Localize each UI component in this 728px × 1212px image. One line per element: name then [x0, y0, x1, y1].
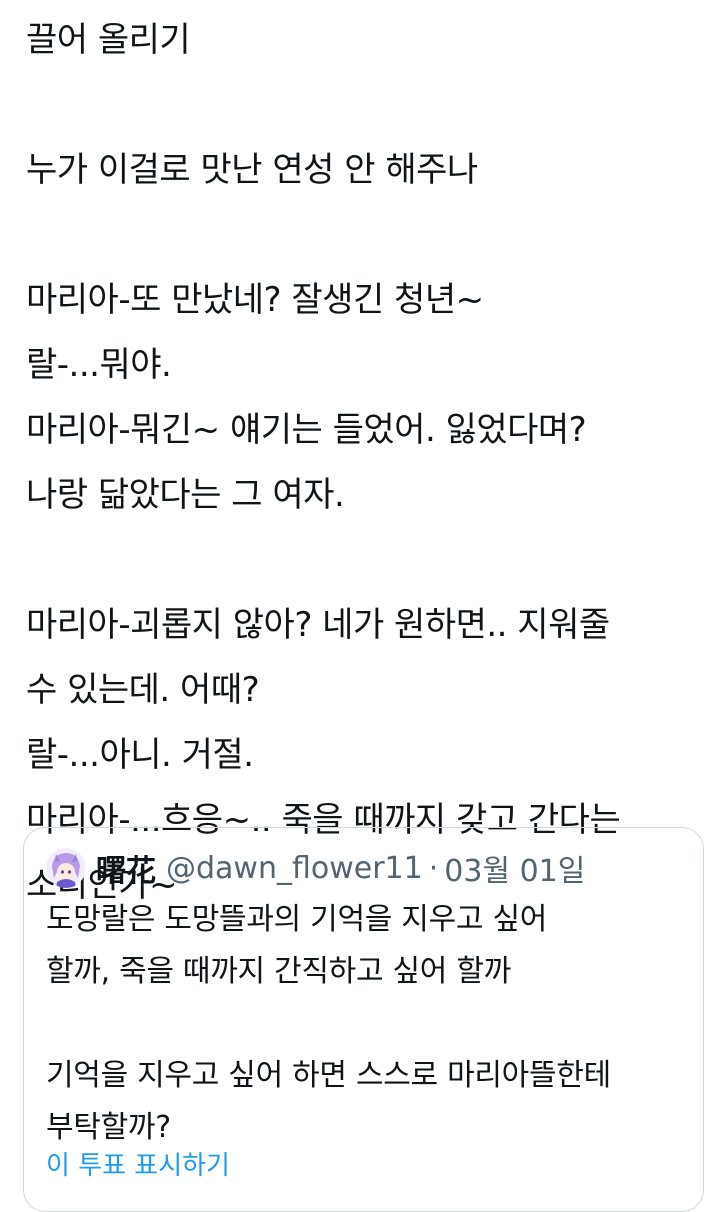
tweet-line: 나랑 닮았다는 그 여자. — [26, 475, 345, 515]
show-poll-link[interactable]: 이 투표 표시하기 — [46, 1146, 230, 1186]
tweet-text: 끌어 올리기 누가 이걸로 맛난 연성 안 해주나 마리아-또 만났네? 잘생긴… — [26, 8, 716, 918]
tweet-line: 끌어 올리기 — [26, 20, 191, 60]
tweet-line: 랄-...아니. 거절. — [26, 735, 254, 775]
header-separator: · — [428, 850, 439, 886]
tweet-line: 누가 이걸로 맛난 연성 안 해주나 — [26, 150, 478, 190]
quoted-line: 기억을 지우고 싶어 하면 스스로 마리아뜰한테 — [46, 1058, 611, 1093]
tweet-line — [26, 203, 716, 268]
tweet-line — [26, 73, 716, 138]
quoted-line: 도망랄은 도망뜰과의 기억을 지우고 싶어 — [46, 902, 548, 937]
tweet-line: 마리아-괴롭지 않아? 네가 원하면.. 지워줄 — [26, 605, 610, 645]
quoted-line: 할까, 죽을 때까지 간직하고 싶어 할까 — [46, 954, 511, 989]
quoted-tweet-text: 도망랄은 도망뜰과의 기억을 지우고 싶어 할까, 죽을 때까지 간직하고 싶어… — [46, 894, 686, 1154]
tweet-line: 마리아-뭐긴~ 얘기는 들었어. 잃었다며? — [26, 410, 587, 450]
quoted-tweet-card[interactable]: 曙花 @dawn_flower11 · 03월 01일 도망랄은 도망뜰과의 기… — [23, 827, 704, 1212]
tweet-line — [26, 528, 716, 593]
tweet-line: 랄-...뭐야. — [26, 345, 172, 385]
quoted-tweet-header: 曙花 @dawn_flower11 · 03월 01일 — [46, 846, 585, 890]
quoted-author-name[interactable]: 曙花 — [96, 846, 156, 890]
quoted-tweet-date[interactable]: 03월 01일 — [444, 846, 585, 890]
quoted-line — [46, 998, 686, 1050]
anime-avatar-icon[interactable] — [46, 848, 86, 888]
tweet-line: 마리아-또 만났네? 잘생긴 청년~ — [26, 280, 484, 320]
quoted-author-handle[interactable]: @dawn_flower11 — [166, 851, 423, 886]
tweet-line: 수 있는데. 어때? — [26, 670, 260, 710]
